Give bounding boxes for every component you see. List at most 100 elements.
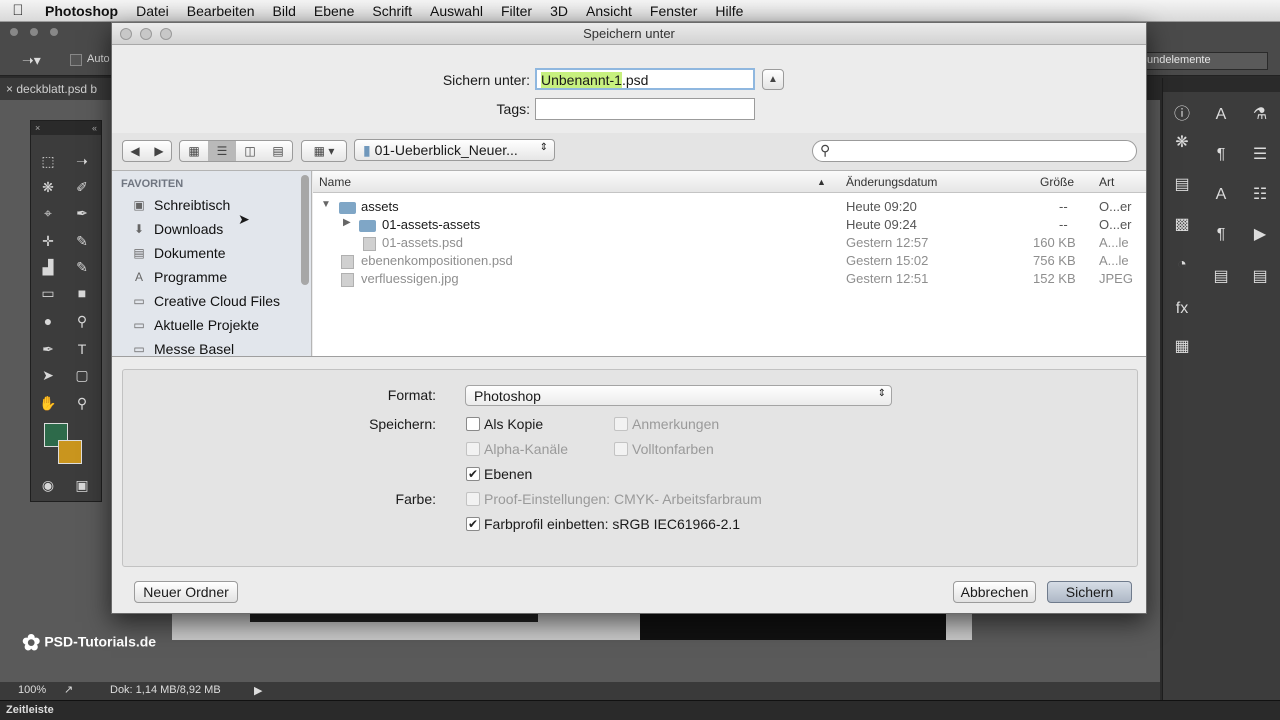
gradient-tool-icon[interactable]: ■ xyxy=(71,283,93,303)
type-tool-icon[interactable]: T xyxy=(71,339,93,359)
paragraph-styles-icon[interactable]: ¶ xyxy=(1210,224,1232,246)
list-view-icon[interactable]: ☰ xyxy=(208,141,236,161)
move-tool-icon[interactable]: ➝▾ xyxy=(22,52,41,69)
dialog-zoom-icon[interactable] xyxy=(160,28,172,40)
new-folder-button[interactable]: Neuer Ordner xyxy=(134,581,238,603)
blur-tool-icon[interactable]: ● xyxy=(37,311,59,331)
layers-checkbox[interactable]: ✔ xyxy=(466,467,480,481)
dialog-close-icon[interactable] xyxy=(120,28,132,40)
actions-play-icon[interactable]: ▶ xyxy=(1249,224,1271,246)
adjustments-icon[interactable]: ⚗ xyxy=(1249,104,1271,126)
path-select-tool-icon[interactable]: ➤ xyxy=(37,365,59,385)
column-view-icon[interactable]: ◫ xyxy=(236,141,264,161)
menu-ansicht[interactable]: Ansicht xyxy=(577,3,641,19)
properties-icon[interactable]: ☰ xyxy=(1249,144,1271,166)
clone-source-icon[interactable]: ▩ xyxy=(1171,214,1193,236)
menu-3d[interactable]: 3D xyxy=(541,3,577,19)
pen-tool-icon[interactable]: ✒ xyxy=(37,339,59,359)
sidebar-item-downloads[interactable]: ⬇ Downloads xyxy=(130,218,223,240)
lasso-tool-icon[interactable]: ❋ xyxy=(37,177,59,197)
save-button[interactable]: Sichern xyxy=(1047,581,1132,603)
notes-icon[interactable]: ▤ xyxy=(1210,266,1232,288)
coverflow-view-icon[interactable]: ▤ xyxy=(264,141,292,161)
layers-icon[interactable]: ▤ xyxy=(1249,266,1271,288)
background-color-swatch[interactable] xyxy=(58,440,82,464)
color-icon[interactable]: ◔ xyxy=(1171,254,1193,276)
dialog-minimize-icon[interactable] xyxy=(140,28,152,40)
format-select[interactable]: Photoshop ⇕ xyxy=(465,385,892,406)
disclosure-closed-icon[interactable]: ▶ xyxy=(343,217,351,228)
menu-bild[interactable]: Bild xyxy=(264,3,305,19)
brush-settings-icon[interactable]: ❋ xyxy=(1171,132,1193,154)
move-tool-icon[interactable]: ➝ xyxy=(71,151,93,171)
menu-ebene[interactable]: Ebene xyxy=(305,3,363,19)
stamp-tool-icon[interactable]: ▟ xyxy=(37,257,59,277)
healing-tool-icon[interactable]: ✛ xyxy=(37,231,59,251)
hand-tool-icon[interactable]: ✋ xyxy=(37,393,59,413)
sidebar-scrollbar[interactable] xyxy=(301,175,309,285)
column-header-name[interactable]: Name xyxy=(319,175,351,189)
menu-bearbeiten[interactable]: Bearbeiten xyxy=(178,3,264,19)
column-header-date[interactable]: Änderungsdatum xyxy=(846,175,937,189)
menu-app[interactable]: Photoshop xyxy=(36,3,127,19)
marquee-tool-icon[interactable]: ⬚ xyxy=(37,151,59,171)
menu-fenster[interactable]: Fenster xyxy=(641,3,706,19)
crop-tool-icon[interactable]: ⌖ xyxy=(37,203,59,223)
menu-filter[interactable]: Filter xyxy=(492,3,541,19)
info-icon[interactable]: ⓘ xyxy=(1171,104,1193,126)
timeline-panel-tab[interactable]: Zeitleiste xyxy=(0,700,1280,720)
quick-select-tool-icon[interactable]: ✐ xyxy=(71,177,93,197)
tools-panel-header[interactable]: × « xyxy=(31,121,101,135)
eyedropper-tool-icon[interactable]: ✒ xyxy=(71,203,93,223)
sidebar-item-schreibtisch[interactable]: ▣ Schreibtisch xyxy=(130,194,230,216)
histogram-icon[interactable]: ▤ xyxy=(1171,174,1193,196)
menu-auswahl[interactable]: Auswahl xyxy=(421,3,492,19)
cancel-button[interactable]: Abbrechen xyxy=(953,581,1036,603)
file-row[interactable]: ▶ 01-assets-assets Heute 09:24 -- O...er xyxy=(313,215,1146,233)
brush-tool-icon[interactable]: ✎ xyxy=(71,231,93,251)
expand-dialog-button[interactable]: ▲ xyxy=(762,69,784,90)
sidebar-item-programme[interactable]: A Programme xyxy=(130,266,227,288)
disclosure-open-icon[interactable]: ▼ xyxy=(321,199,331,210)
menu-schrift[interactable]: Schrift xyxy=(363,3,421,19)
apple-icon[interactable]:  xyxy=(0,2,36,19)
sort-ascending-icon[interactable]: ▲ xyxy=(817,177,826,187)
embed-icc-checkbox[interactable]: ✔ xyxy=(466,517,480,531)
styles-fx-icon[interactable]: fx xyxy=(1171,298,1193,320)
folder-location-popup[interactable]: ▮ 01-Ueberblick_Neuer... ⇕ xyxy=(354,139,555,161)
sidebar-item-messe-basel[interactable]: ▭ Messe Basel xyxy=(130,338,234,357)
sidebar-item-aktuelle-projekte[interactable]: ▭ Aktuelle Projekte xyxy=(130,314,259,336)
close-icon[interactable]: × xyxy=(35,123,40,133)
character-styles-icon[interactable]: A xyxy=(1210,184,1232,206)
column-header-size[interactable]: Größe xyxy=(1040,175,1074,189)
column-header-kind[interactable]: Art xyxy=(1099,175,1114,189)
character-icon[interactable]: A xyxy=(1210,104,1232,126)
as-copy-checkbox[interactable] xyxy=(466,417,480,431)
filename-input[interactable]: Unbenannt-1.psd xyxy=(535,68,755,90)
arrange-button[interactable]: ▦ ▾ xyxy=(301,140,347,162)
file-row[interactable]: ▼ assets Heute 09:20 -- O...er xyxy=(313,197,1146,215)
window-minimize-icon[interactable] xyxy=(30,28,38,36)
swatches-icon[interactable]: ▦ xyxy=(1171,336,1193,358)
window-close-icon[interactable] xyxy=(10,28,18,36)
back-icon[interactable]: ◀ xyxy=(123,141,147,161)
layer-comps-icon[interactable]: ☷ xyxy=(1249,184,1271,206)
history-brush-icon[interactable]: ✎ xyxy=(71,257,93,277)
sidebar-item-creative-cloud-files[interactable]: ▭ Creative Cloud Files xyxy=(130,290,280,312)
tags-input[interactable] xyxy=(535,98,755,120)
search-input[interactable]: ⚲ xyxy=(812,140,1137,162)
screen-mode-icon[interactable]: ▣ xyxy=(71,475,93,495)
collapse-icon[interactable]: « xyxy=(92,123,97,133)
options-dropdown[interactable]: undelemente xyxy=(1140,52,1268,70)
document-tab[interactable]: × deckblatt.psd b xyxy=(0,78,112,100)
menu-hilfe[interactable]: Hilfe xyxy=(706,3,752,19)
shape-tool-icon[interactable]: ▢ xyxy=(71,365,93,385)
paragraph-icon[interactable]: ¶ xyxy=(1210,144,1232,166)
panel-dock-header[interactable] xyxy=(1163,78,1280,92)
forward-icon[interactable]: ▶ xyxy=(147,141,171,161)
icon-view-icon[interactable]: ▦ xyxy=(180,141,208,161)
window-zoom-icon[interactable] xyxy=(50,28,58,36)
share-icon[interactable]: ↗ xyxy=(64,683,73,696)
menu-datei[interactable]: Datei xyxy=(127,3,178,19)
eraser-tool-icon[interactable]: ▭ xyxy=(37,283,59,303)
